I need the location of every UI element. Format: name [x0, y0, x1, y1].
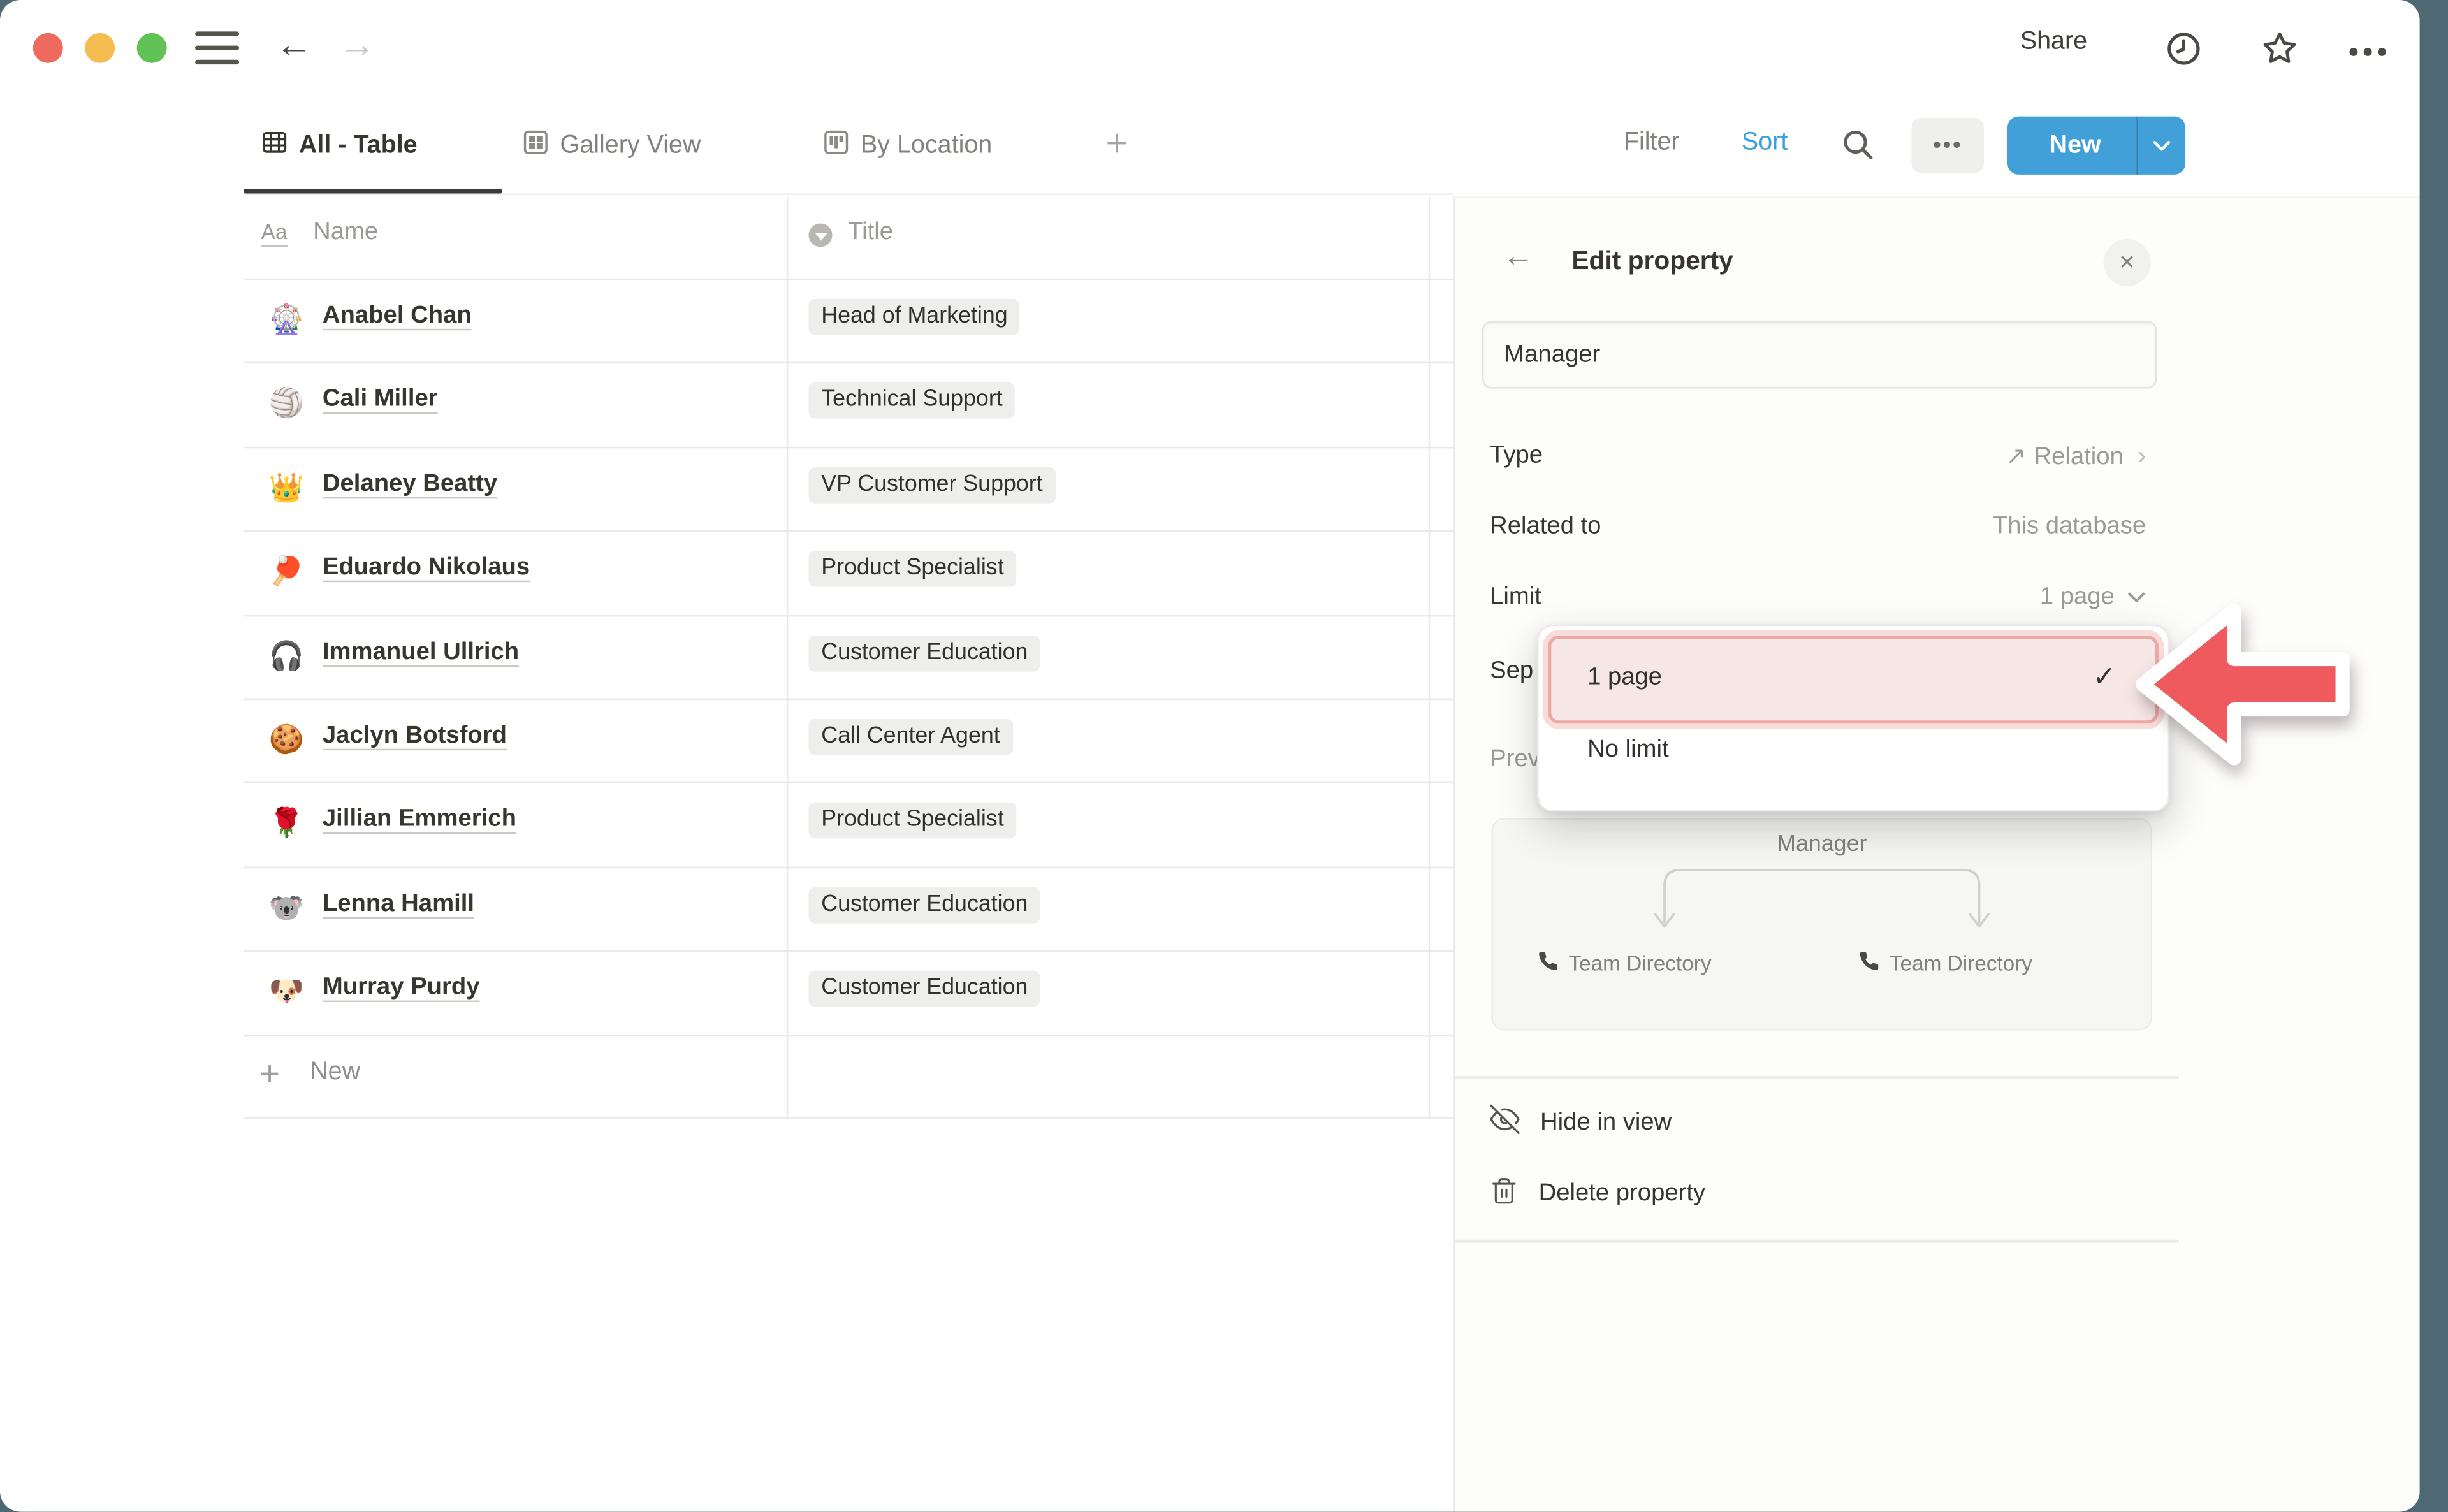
back-arrow-icon[interactable]: ← [275, 22, 313, 69]
panel-divider [1455, 1240, 2179, 1242]
field-value-related-to[interactable]: This database [1993, 513, 2146, 541]
sort-button[interactable]: Sort [1742, 129, 1788, 157]
board-view-icon [823, 129, 850, 163]
gallery-view-icon [522, 129, 549, 163]
rose-icon: 🌹 [266, 806, 307, 841]
panel-title: Edit property [1571, 247, 1733, 277]
tab-label: By Location [861, 132, 992, 160]
panel-divider [1455, 1076, 2179, 1079]
panel-back-icon[interactable]: ← [1503, 239, 1534, 275]
edit-property-panel: ← Edit property × Manager Type ↗ Relatio… [1454, 196, 2419, 1511]
preview-relation-name: Manager [1493, 832, 2151, 857]
column-divider[interactable] [787, 196, 788, 1117]
clock-icon[interactable] [2165, 30, 2203, 76]
field-value-type[interactable]: ↗ Relation › [2006, 442, 2146, 472]
filter-button[interactable]: Filter [1624, 129, 1680, 157]
field-label-type: Type [1490, 442, 1543, 470]
option-no-limit[interactable]: No limit [1587, 736, 1669, 764]
crown-icon: 👑 [266, 470, 307, 504]
ferris-wheel-icon: 🎡 [266, 302, 307, 337]
chevron-right-icon: › [2138, 443, 2146, 471]
cookie-icon: 🍪 [266, 722, 307, 757]
table-header: Aa Name Title [244, 196, 1454, 280]
ping-pong-icon: 🏓 [266, 554, 307, 588]
trash-icon [1490, 1176, 1518, 1212]
koala-icon: 🐨 [266, 890, 307, 924]
column-header-title[interactable]: Title [848, 219, 893, 247]
screenshot-stage: ← → Share All - Table Gallery View [0, 0, 2448, 1512]
tab-all-table[interactable]: All - Table [261, 126, 418, 166]
new-button-label: New [2007, 131, 2136, 159]
hide-in-view-button[interactable]: Hide in view [1490, 1098, 1672, 1149]
view-options-button[interactable]: ••• [1911, 118, 1984, 173]
field-label-related-to: Related to [1490, 513, 1601, 541]
delete-property-button[interactable]: Delete property [1490, 1169, 1705, 1219]
add-view-button[interactable] [1104, 126, 1129, 166]
table-row[interactable]: 🎡 Anabel Chan Head of Marketing [244, 279, 1454, 364]
table-row[interactable]: 🏐 Cali Miller Technical Support [244, 363, 1454, 448]
toolbar-divider [244, 194, 1454, 195]
hamburger-icon[interactable] [195, 31, 239, 64]
plus-icon [1104, 130, 1129, 163]
table-view-icon [261, 129, 288, 163]
table-row[interactable]: 👑 Delaney Beatty VP Customer Support [244, 446, 1454, 532]
star-icon[interactable] [2261, 30, 2298, 76]
volleyball-icon: 🏐 [266, 386, 307, 421]
table-row[interactable]: 🌹 Jillian Emmerich Product Specialist [244, 782, 1454, 868]
headphone-icon: 🎧 [266, 638, 307, 672]
table-row[interactable]: 🎧 Immanuel Ullrich Customer Education [244, 614, 1454, 700]
text-property-icon: Aa [261, 221, 288, 247]
column-divider[interactable] [1429, 196, 1430, 1117]
preview-label-clipped: Prev [1490, 746, 1540, 774]
option-label[interactable]: 1 page [1587, 664, 1662, 692]
arrow-up-right-icon: ↗ [2006, 442, 2026, 472]
relation-connector-diagram [1493, 864, 2151, 958]
limit-dropdown-menu: 1 page ✓ No limit [1537, 625, 2169, 812]
forward-arrow-icon[interactable]: → [339, 22, 376, 69]
phone-icon [1858, 950, 1881, 977]
select-property-icon [808, 223, 832, 247]
tab-by-location[interactable]: By Location [823, 126, 993, 166]
annotation-arrow-icon [2124, 596, 2360, 780]
notion-window: ← → Share All - Table Gallery View [0, 0, 2420, 1512]
eye-off-icon [1490, 1104, 1520, 1142]
new-row-button[interactable]: + New [244, 1033, 1454, 1118]
search-icon[interactable] [1840, 127, 1875, 170]
preview-link: Team Directory [1858, 950, 2032, 977]
check-icon: ✓ [2092, 661, 2116, 694]
table-row[interactable]: 🐨 Lenna Hamill Customer Education [244, 866, 1454, 952]
tab-gallery-view[interactable]: Gallery View [522, 126, 701, 166]
traffic-light-zoom[interactable] [137, 33, 167, 63]
active-tab-underline [244, 189, 502, 193]
new-button[interactable]: New [2007, 117, 2185, 175]
traffic-light-minimize[interactable] [85, 33, 115, 63]
table-row[interactable]: 🍪 Jaclyn Botsford Call Center Agent [244, 699, 1454, 784]
table-row[interactable]: 🐶 Murray Purdy Customer Education [244, 950, 1454, 1036]
field-label-separator-clipped: Sep [1490, 658, 1533, 686]
tab-label: All - Table [299, 132, 418, 160]
plus-icon: + [259, 1054, 280, 1094]
close-icon[interactable]: × [2104, 239, 2151, 286]
preview-link: Team Directory [1537, 950, 1711, 977]
phone-icon [1537, 950, 1559, 977]
tab-label: Gallery View [560, 132, 701, 160]
ellipsis-icon[interactable] [2347, 38, 2388, 66]
table-row[interactable]: 🏓 Eduardo Nikolaus Product Specialist [244, 530, 1454, 616]
dog-icon: 🐶 [266, 974, 307, 1008]
chevron-down-icon[interactable] [2138, 139, 2185, 152]
relation-preview-card: Manager Team Directory [1492, 818, 2153, 1030]
property-name-input[interactable]: Manager [1482, 321, 2157, 388]
share-button[interactable]: Share [2020, 28, 2087, 56]
field-label-limit: Limit [1490, 584, 1541, 612]
traffic-light-close[interactable] [33, 33, 63, 63]
column-header-name[interactable]: Name [313, 219, 378, 247]
